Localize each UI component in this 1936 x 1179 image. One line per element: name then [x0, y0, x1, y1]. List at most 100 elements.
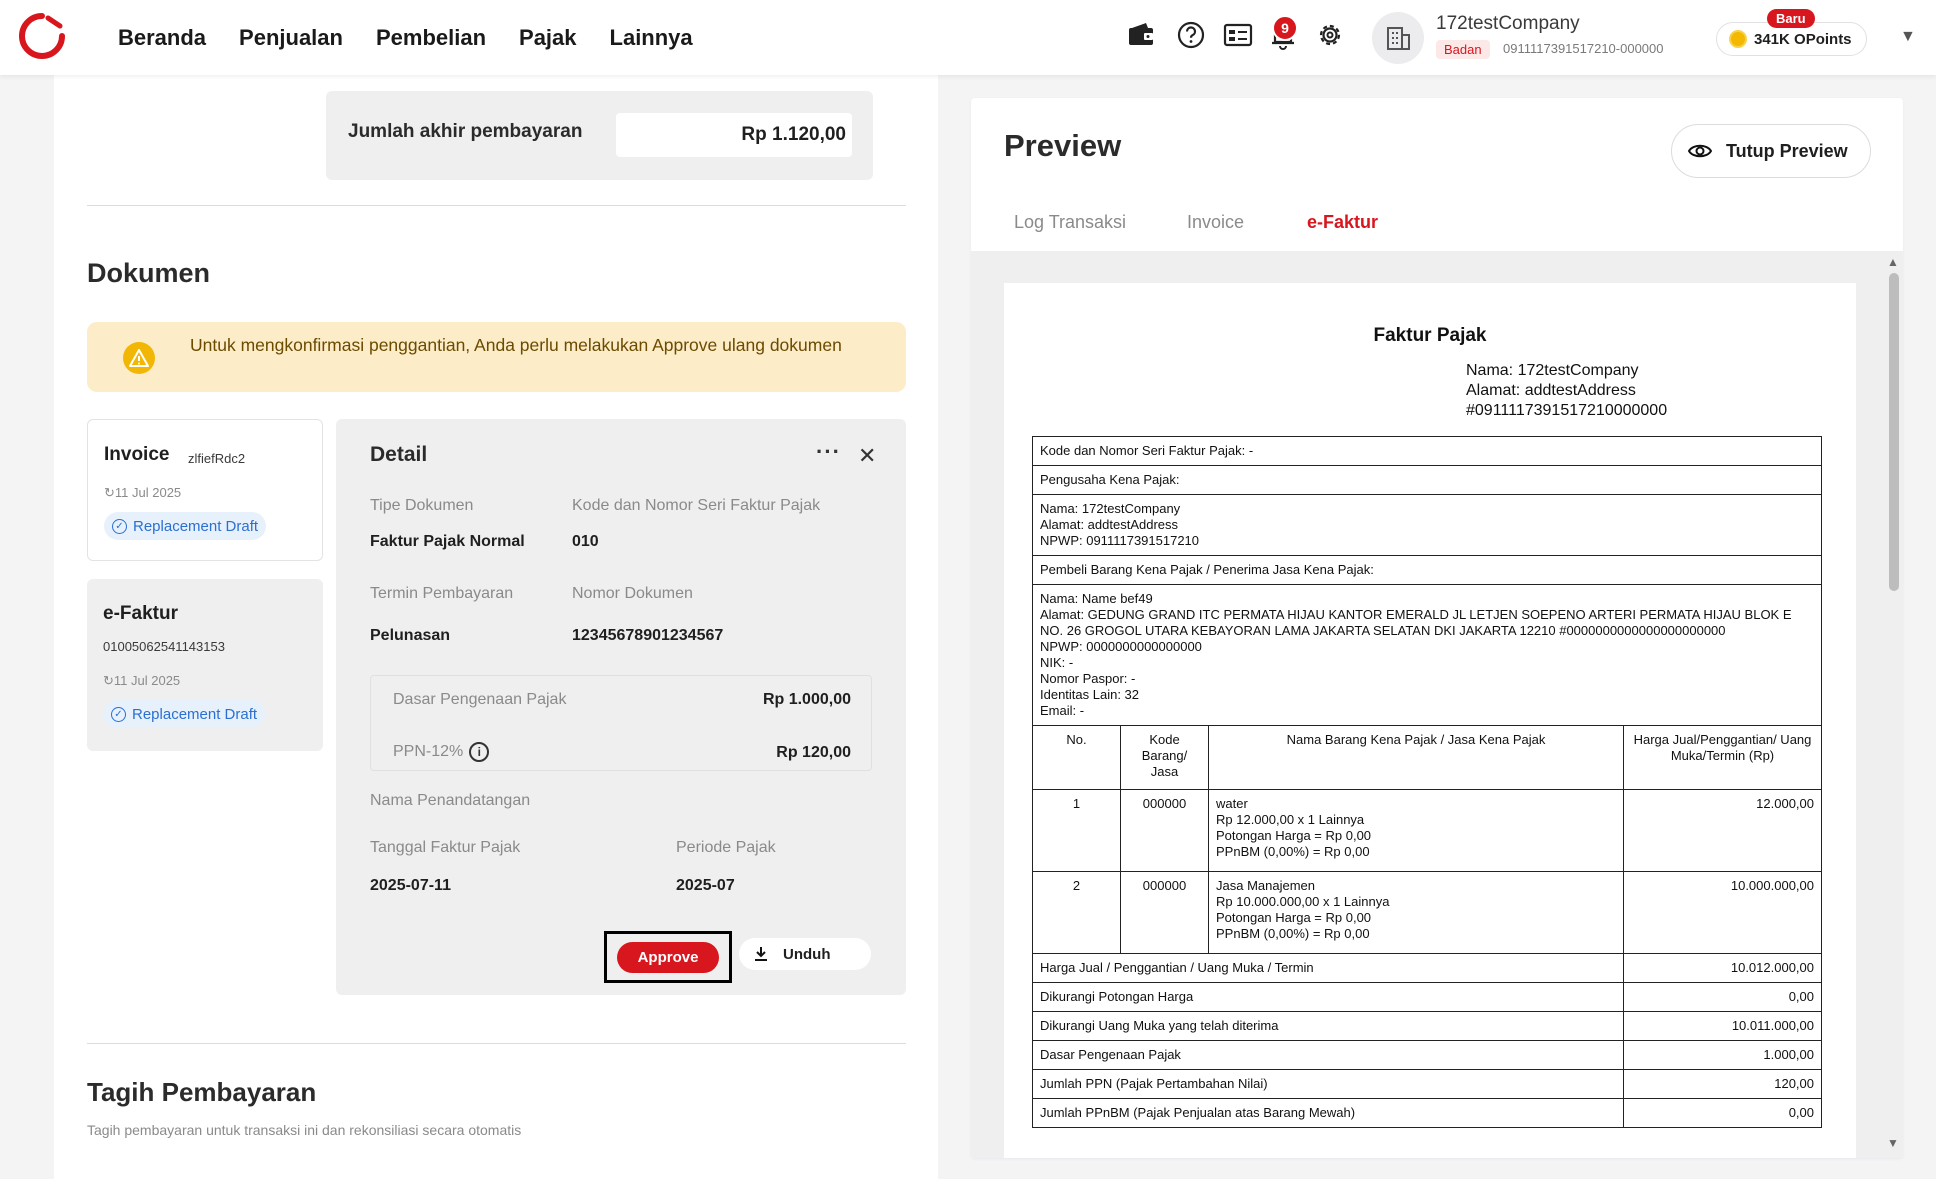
tipe-dokumen-label: Tipe Dokumen: [370, 497, 474, 514]
document-card-date: ↻11 Jul 2025: [103, 673, 181, 688]
items-header-row: No. Kode Barang/ Jasa Nama Barang Kena P…: [1032, 725, 1822, 790]
payment-total-label: Jumlah akhir pembayaran: [348, 121, 583, 142]
new-badge: Baru: [1767, 9, 1815, 28]
preview-title: Preview: [1004, 128, 1122, 163]
settings-gear-icon[interactable]: [1313, 18, 1347, 52]
nav-penjualan[interactable]: Penjualan: [239, 25, 343, 51]
efaktur-document: Faktur Pajak Nama: 172testCompany Alamat…: [1004, 283, 1856, 1158]
company-avatar[interactable]: [1372, 12, 1424, 64]
help-icon[interactable]: [1174, 18, 1208, 52]
faktur-title: Faktur Pajak: [1373, 325, 1487, 346]
nav-pembelian[interactable]: Pembelian: [376, 25, 486, 51]
tipe-dokumen-value: Faktur Pajak Normal: [370, 533, 525, 550]
approve-highlight: Approve: [604, 931, 732, 983]
table-row: 2 000000 Jasa Manajemen Rp 10.000.000,00 …: [1032, 871, 1822, 954]
pembeli-row: Pembeli Barang Kena Pajak / Penerima Jas…: [1032, 555, 1822, 585]
tab-efaktur[interactable]: e-Faktur: [1307, 208, 1378, 254]
warning-icon: [123, 342, 155, 374]
dpp-value: Rp 1.000,00: [762, 691, 851, 708]
tanggal-faktur-label: Tanggal Faktur Pajak: [370, 839, 521, 856]
dpp-label: Dasar Pengenaan Pajak: [393, 691, 567, 708]
document-card-number: zlfiefRdc2: [188, 451, 246, 466]
status-badge: ✓ Replacement Draft: [104, 512, 267, 540]
termin-value: Pelunasan: [370, 627, 451, 644]
close-icon[interactable]: ✕: [858, 443, 876, 469]
summary-row: Dasar Pengenaan Pajak 1.000,00: [1032, 1040, 1822, 1070]
document-card-number: 01005062541143153: [103, 639, 225, 654]
scroll-down-arrow-icon[interactable]: ▼: [1887, 1136, 1899, 1150]
divider: [87, 205, 906, 206]
app-logo-icon[interactable]: [18, 12, 66, 60]
preview-tabs: Log Transaksi Invoice e-Faktur: [971, 208, 1903, 255]
download-button[interactable]: Unduh: [739, 938, 871, 970]
document-detail-panel: Detail ··· ✕ Tipe Dokumen Kode dan Nomor…: [336, 419, 906, 995]
document-card-efaktur[interactable]: e-Faktur 01005062541143153 ↻11 Jul 2025 …: [87, 579, 323, 751]
divider: [87, 1043, 906, 1044]
document-card-title: e-Faktur: [103, 603, 178, 624]
warning-text: Untuk mengkonfirmasi penggantian, Anda p…: [190, 335, 842, 355]
document-preview-area[interactable]: Faktur Pajak Nama: 172testCompany Alamat…: [971, 251, 1903, 1158]
ppn-value: Rp 120,00: [776, 744, 851, 761]
payment-summary-box: Jumlah akhir pembayaran Rp 1.120,00: [326, 91, 873, 180]
detail-title: Detail: [370, 443, 428, 466]
scrollbar-thumb[interactable]: [1889, 273, 1899, 591]
document-card-invoice[interactable]: Invoice zlfiefRdc2 ↻11 Jul 2025 ✓ Replac…: [87, 419, 323, 561]
info-icon[interactable]: i: [469, 742, 490, 762]
ppn-label: PPN-12% i: [393, 742, 490, 762]
transaction-detail-panel: Jumlah akhir pembayaran Rp 1.120,00 Doku…: [54, 75, 938, 1179]
download-icon: [755, 947, 767, 961]
summary-row: Dikurangi Potongan Harga 0,00: [1032, 982, 1822, 1012]
nav-lainnya[interactable]: Lainnya: [610, 25, 693, 51]
periode-pajak-label: Periode Pajak: [676, 839, 776, 856]
termin-label: Termin Pembayaran: [370, 585, 514, 602]
document-list-icon[interactable]: [1221, 18, 1255, 52]
warning-banner: Untuk mengkonfirmasi penggantian, Anda p…: [87, 322, 906, 392]
pkp-info-row: Nama: 172testCompany Alamat: addtestAddr…: [1032, 494, 1822, 556]
wallet-icon[interactable]: [1124, 18, 1158, 52]
notification-count-badge: 9: [1272, 15, 1298, 41]
tagih-section-subtitle: Tagih pembayaran untuk transaksi ini dan…: [87, 1122, 522, 1138]
tagih-section-title: Tagih Pembayaran: [87, 1077, 317, 1107]
coin-icon: [1729, 30, 1747, 48]
summary-row: Dikurangi Uang Muka yang telah diterima 1…: [1032, 1011, 1822, 1041]
nomor-dokumen-value: 12345678901234567: [572, 627, 724, 644]
tab-invoice[interactable]: Invoice: [1187, 208, 1244, 254]
nomor-dokumen-label: Nomor Dokumen: [572, 585, 693, 602]
preview-panel: Preview Tutup Preview Log Transaksi Invo…: [971, 98, 1903, 1158]
more-options-icon[interactable]: ···: [816, 439, 841, 465]
clock-icon: ↻: [104, 485, 115, 500]
summary-row: Harga Jual / Penggantian / Uang Muka / T…: [1032, 953, 1822, 983]
dokumen-section-title: Dokumen: [87, 258, 211, 288]
tab-log-transaksi[interactable]: Log Transaksi: [1014, 208, 1126, 254]
kode-seri-row: Kode dan Nomor Seri Faktur Pajak: -: [1032, 436, 1822, 466]
status-check-icon: ✓: [112, 518, 127, 534]
close-preview-button[interactable]: Tutup Preview: [1671, 124, 1871, 178]
document-card-date: ↻11 Jul 2025: [104, 485, 182, 500]
pengusaha-row: Pengusaha Kena Pajak:: [1032, 465, 1822, 495]
faktur-table: Kode dan Nomor Seri Faktur Pajak: - Peng…: [1032, 436, 1822, 1128]
company-npwp: 0911117391517210-000000: [1503, 41, 1664, 56]
building-icon: [1387, 27, 1410, 50]
document-card-title: Invoice: [104, 444, 170, 465]
summary-row: Jumlah PPN (Pajak Pertambahan Nilai) 120,…: [1032, 1069, 1822, 1099]
penandatangan-label: Nama Penandatangan: [370, 792, 531, 809]
kode-seri-label: Kode dan Nomor Seri Faktur Pajak: [572, 497, 821, 514]
clock-icon: ↻: [103, 673, 114, 688]
entity-type-badge: Badan: [1436, 40, 1490, 59]
main-nav: Beranda Penjualan Pembelian Pajak Lainny…: [118, 0, 693, 75]
buyer-info-row: Nama: Name bef49 Alamat: GEDUNG GRAND IT…: [1032, 584, 1822, 726]
payment-total-value: Rp 1.120,00: [616, 113, 852, 157]
nav-beranda[interactable]: Beranda: [118, 25, 206, 51]
faktur-header: Nama: 172testCompany Alamat: addtestAddr…: [1466, 362, 1668, 419]
scroll-up-arrow-icon[interactable]: ▲: [1887, 255, 1899, 269]
table-row: 1 000000 water Rp 12.000,00 x 1 Lainnya Po…: [1032, 789, 1822, 872]
top-navigation-bar: Beranda Penjualan Pembelian Pajak Lainny…: [0, 0, 1936, 75]
points-value: 341K OPoints: [1754, 30, 1852, 48]
chevron-down-icon[interactable]: ▼: [1900, 28, 1916, 46]
status-check-icon: ✓: [111, 706, 126, 722]
eye-icon: [1688, 144, 1712, 158]
company-name[interactable]: 172testCompany: [1436, 13, 1580, 35]
preview-scrollbar[interactable]: ▲ ▼: [1883, 251, 1903, 1158]
nav-pajak[interactable]: Pajak: [519, 25, 577, 51]
approve-button[interactable]: Approve: [617, 942, 719, 973]
